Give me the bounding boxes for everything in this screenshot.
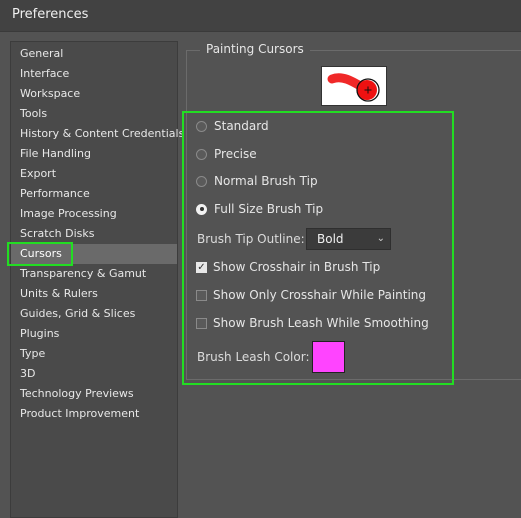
- sidebar-item-product-improvement[interactable]: Product Improvement: [11, 404, 177, 424]
- radio-normal-brush-tip-indicator[interactable]: [196, 175, 207, 187]
- check-show-brush-leash[interactable]: Show Brush Leash While Smoothing: [196, 313, 429, 333]
- brush-leash-color-swatch[interactable]: [312, 341, 345, 373]
- brush-tip-outline-value: Bold: [317, 232, 344, 246]
- radio-precise-label: Precise: [214, 147, 257, 161]
- radio-standard-label: Standard: [214, 119, 269, 133]
- radio-full-size-brush-tip-label: Full Size Brush Tip: [214, 202, 324, 216]
- check-show-crosshair-label: Show Crosshair in Brush Tip: [213, 260, 381, 274]
- brush-stroke-preview-icon: [327, 73, 380, 102]
- sidebar-item-workspace[interactable]: Workspace: [11, 84, 177, 104]
- check-show-only-crosshair-box[interactable]: [196, 289, 207, 301]
- check-show-only-crosshair-label: Show Only Crosshair While Painting: [213, 288, 427, 302]
- check-show-brush-leash-box[interactable]: [196, 317, 207, 329]
- radio-standard[interactable]: Standard: [196, 116, 269, 136]
- radio-precise-indicator[interactable]: [196, 148, 207, 160]
- radio-full-size-brush-tip[interactable]: Full Size Brush Tip: [196, 199, 323, 219]
- sidebar-item-guides-grid[interactable]: Guides, Grid & Slices: [11, 304, 177, 324]
- brush-leash-color-label: Brush Leash Color:: [197, 350, 310, 364]
- radio-precise[interactable]: Precise: [196, 144, 257, 164]
- preferences-sidebar: General Interface Workspace Tools Histor…: [10, 41, 184, 518]
- title-bar: Preferences: [0, 0, 521, 32]
- sidebar-item-general[interactable]: General: [11, 44, 177, 64]
- window-title: Preferences: [12, 7, 89, 22]
- chevron-down-icon: ⌄: [376, 233, 385, 244]
- radio-standard-indicator[interactable]: [196, 120, 207, 132]
- sidebar-item-type[interactable]: Type: [11, 344, 177, 364]
- check-show-only-crosshair[interactable]: Show Only Crosshair While Painting: [196, 285, 426, 305]
- radio-normal-brush-tip-label: Normal Brush Tip: [214, 174, 318, 188]
- sidebar-item-image-processing[interactable]: Image Processing: [11, 204, 177, 224]
- sidebar-item-interface[interactable]: Interface: [11, 64, 177, 84]
- check-show-brush-leash-label: Show Brush Leash While Smoothing: [213, 316, 429, 330]
- brush-tip-outline-label: Brush Tip Outline:: [197, 232, 305, 246]
- radio-full-size-brush-tip-indicator[interactable]: [196, 203, 207, 215]
- sidebar-item-transparency[interactable]: Transparency & Gamut: [11, 264, 177, 284]
- sidebar-item-3d[interactable]: 3D: [11, 364, 177, 384]
- painting-cursors-title: Painting Cursors: [200, 42, 310, 56]
- sidebar-item-tools[interactable]: Tools: [11, 104, 177, 124]
- check-show-crosshair[interactable]: ✓ Show Crosshair in Brush Tip: [196, 257, 380, 277]
- brush-tip-outline-select[interactable]: Bold ⌄: [306, 228, 391, 250]
- sidebar-item-history[interactable]: History & Content Credentials: [11, 124, 184, 144]
- sidebar-item-scratch-disks[interactable]: Scratch Disks: [11, 224, 177, 244]
- sidebar-item-export[interactable]: Export: [11, 164, 177, 184]
- sidebar-item-file-handling[interactable]: File Handling: [11, 144, 177, 164]
- sidebar-item-plugins[interactable]: Plugins: [11, 324, 177, 344]
- sidebar-item-technology-previews[interactable]: Technology Previews: [11, 384, 177, 404]
- radio-normal-brush-tip[interactable]: Normal Brush Tip: [196, 171, 318, 191]
- sidebar-item-units-rulers[interactable]: Units & Rulers: [11, 284, 177, 304]
- sidebar-item-performance[interactable]: Performance: [11, 184, 177, 204]
- cursor-preview: [321, 66, 387, 106]
- sidebar-item-cursors[interactable]: Cursors: [11, 244, 177, 264]
- check-show-crosshair-box[interactable]: ✓: [196, 261, 207, 273]
